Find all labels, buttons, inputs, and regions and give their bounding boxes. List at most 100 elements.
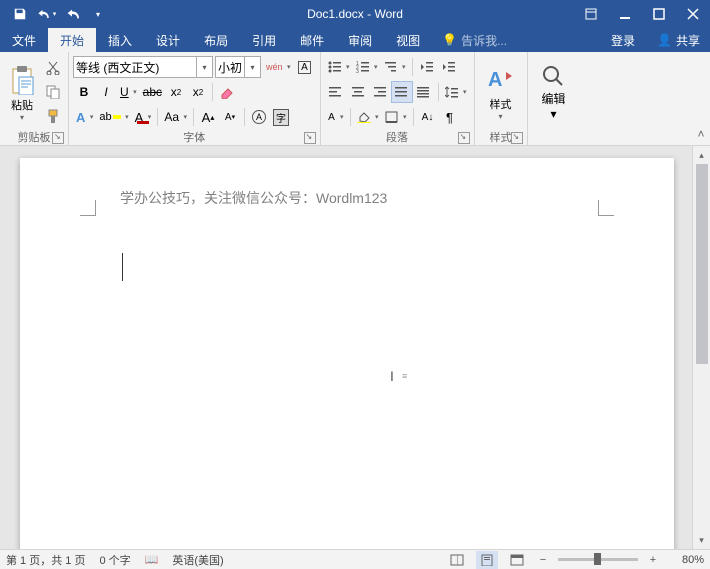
tab-home[interactable]: 开始: [48, 28, 96, 52]
underline-button[interactable]: U: [117, 81, 140, 103]
zoom-out-button[interactable]: −: [536, 554, 550, 566]
text-effects-button[interactable]: A: [73, 106, 96, 128]
group-styles: A 样式 ▾ 样式: [475, 52, 528, 145]
tab-insert[interactable]: 插入: [96, 28, 144, 52]
share-button[interactable]: 👤 共享: [647, 28, 710, 52]
document-page[interactable]: 学办公技巧，关注微信公众号：Wordlm123 I ≡: [20, 158, 674, 549]
bullets-button[interactable]: [325, 56, 353, 78]
align-distribute-button[interactable]: [413, 81, 435, 103]
zoom-slider-knob[interactable]: [594, 553, 601, 565]
decrease-indent-button[interactable]: [416, 56, 438, 78]
ribbon: 粘贴 ▾ 剪贴板 等线 (西文正文)▾ 小初▾ wén A B I U: [0, 52, 710, 146]
text-direction-button[interactable]: A: [325, 106, 347, 128]
border-icon: [385, 111, 399, 123]
multilevel-icon: [384, 61, 398, 73]
tab-references[interactable]: 引用: [240, 28, 288, 52]
tab-view[interactable]: 视图: [384, 28, 432, 52]
highlight-button[interactable]: ab: [96, 106, 131, 128]
web-layout-button[interactable]: [506, 551, 528, 569]
undo-icon[interactable]: ▾: [34, 3, 58, 25]
editing-button[interactable]: 编辑 ▾: [532, 55, 576, 129]
spellcheck-icon[interactable]: 📖: [145, 553, 159, 566]
font-dialog-launcher[interactable]: [304, 132, 316, 144]
redo-icon[interactable]: [60, 3, 84, 25]
sort-button[interactable]: A↓: [417, 106, 439, 128]
shrink-font-button[interactable]: A▾: [219, 106, 241, 128]
ribbon-options-icon[interactable]: [574, 0, 608, 28]
tab-mailings[interactable]: 邮件: [288, 28, 336, 52]
line-spacing-button[interactable]: [442, 81, 470, 103]
format-painter-icon: [46, 109, 60, 123]
tab-file[interactable]: 文件: [0, 28, 48, 52]
strikethrough-button[interactable]: abc: [140, 81, 165, 103]
multilevel-list-button[interactable]: [381, 56, 409, 78]
align-center-button[interactable]: [347, 81, 369, 103]
superscript-button[interactable]: x2: [187, 81, 209, 103]
qat-customize-icon[interactable]: ▾: [86, 3, 110, 25]
clipboard-dialog-launcher[interactable]: [52, 132, 64, 144]
tab-review[interactable]: 审阅: [336, 28, 384, 52]
font-size-value: 小初: [218, 59, 242, 76]
enclose-characters-button[interactable]: A: [248, 106, 270, 128]
save-icon[interactable]: [8, 3, 32, 25]
chevron-down-icon: ▾: [196, 57, 212, 77]
vertical-scrollbar[interactable]: ▴ ▾: [692, 146, 710, 549]
mouse-ibeam-lines: ≡: [402, 371, 406, 381]
zoom-level[interactable]: 80%: [668, 554, 704, 566]
login-button[interactable]: 登录: [599, 28, 647, 52]
paint-bucket-icon: [357, 111, 371, 123]
paragraph-group-label: 段落: [386, 132, 408, 144]
phonetic-guide-button[interactable]: wén: [263, 56, 294, 78]
character-border-button[interactable]: A: [294, 56, 316, 78]
shading-button[interactable]: [354, 106, 382, 128]
styles-label: 样式: [490, 96, 512, 112]
language-status[interactable]: 英语(美国): [172, 552, 223, 568]
format-painter-button[interactable]: [42, 105, 64, 127]
tab-layout[interactable]: 布局: [192, 28, 240, 52]
zoom-in-button[interactable]: +: [646, 554, 660, 566]
increase-indent-button[interactable]: [438, 56, 460, 78]
print-layout-button[interactable]: [476, 551, 498, 569]
subscript-button[interactable]: x2: [165, 81, 187, 103]
bold-button[interactable]: B: [73, 81, 95, 103]
indent-icon: [442, 61, 456, 73]
numbering-button[interactable]: 123: [353, 56, 381, 78]
line-spacing-icon: [445, 86, 459, 98]
character-shading-button[interactable]: 字: [270, 106, 292, 128]
paste-button[interactable]: 粘贴 ▾: [4, 55, 40, 129]
close-icon[interactable]: [676, 0, 710, 28]
align-justify-button[interactable]: [391, 81, 413, 103]
styles-button[interactable]: A 样式 ▾: [479, 55, 523, 129]
cut-button[interactable]: [42, 57, 64, 79]
paste-label: 粘贴: [11, 97, 33, 113]
tab-design[interactable]: 设计: [144, 28, 192, 52]
maximize-icon[interactable]: [642, 0, 676, 28]
clear-formatting-button[interactable]: [216, 81, 238, 103]
page-count[interactable]: 第 1 页，共 1 页: [6, 552, 85, 568]
change-case-button[interactable]: Aa: [161, 106, 190, 128]
paragraph-dialog-launcher[interactable]: [458, 132, 470, 144]
window-title: Doc1.docx - Word: [307, 7, 403, 21]
word-count[interactable]: 0 个字: [99, 552, 130, 568]
font-name-select[interactable]: 等线 (西文正文)▾: [73, 56, 213, 78]
mouse-ibeam-icon: I: [390, 368, 394, 384]
scroll-thumb[interactable]: [696, 164, 708, 364]
tell-me-search[interactable]: 💡 告诉我...: [432, 28, 517, 52]
font-size-select[interactable]: 小初▾: [215, 56, 261, 78]
show-marks-button[interactable]: ¶: [439, 106, 461, 128]
font-color-button[interactable]: A: [132, 106, 155, 128]
scroll-down-icon[interactable]: ▾: [693, 531, 710, 549]
align-right-button[interactable]: [369, 81, 391, 103]
italic-button[interactable]: I: [95, 81, 117, 103]
zoom-slider[interactable]: [558, 558, 638, 561]
scroll-up-icon[interactable]: ▴: [693, 146, 710, 164]
borders-button[interactable]: [382, 106, 410, 128]
read-mode-button[interactable]: [446, 551, 468, 569]
copy-button[interactable]: [42, 81, 64, 103]
collapse-ribbon-button[interactable]: ˄: [692, 52, 710, 145]
page-header-text: 学办公技巧，关注微信公众号：Wordlm123: [120, 188, 387, 208]
styles-dialog-launcher[interactable]: [511, 132, 523, 144]
grow-font-button[interactable]: A▴: [197, 106, 219, 128]
align-left-button[interactable]: [325, 81, 347, 103]
minimize-icon[interactable]: [608, 0, 642, 28]
